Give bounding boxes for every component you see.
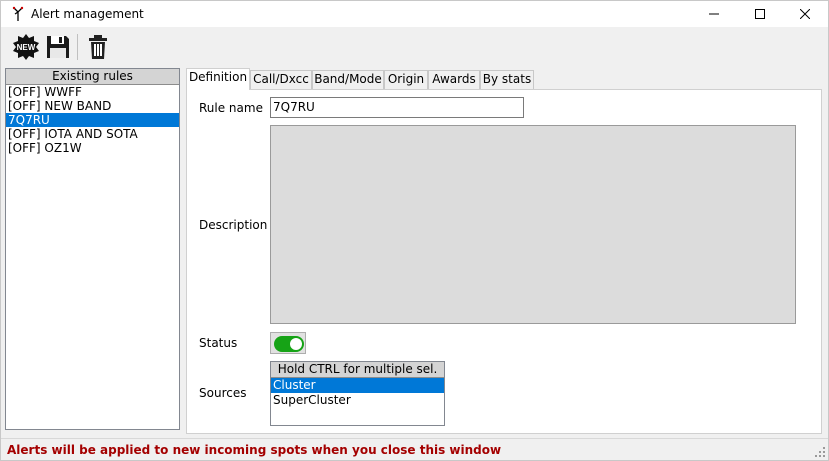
toolbar-separator [77,34,78,60]
tab-band-mode[interactable]: Band/Mode [312,70,384,89]
window-title: Alert management [31,7,144,21]
delete-rule-button[interactable] [83,32,113,62]
new-rule-button[interactable]: NEW [11,32,41,62]
new-badge-label: NEW [17,43,36,52]
rule-item[interactable]: [OFF] NEW BAND [6,99,179,113]
status-bar: Alerts will be applied to new incoming s… [1,438,828,460]
sources-list: Cluster SuperCluster [271,378,444,408]
title-bar: Alert management [1,1,828,27]
toolbar: NEW [1,28,828,64]
description-label: Description [199,218,268,232]
rule-name-label: Rule name [199,101,263,115]
status-label: Status [199,336,238,350]
status-toggle[interactable] [274,336,304,352]
rule-name-input[interactable]: 7Q7RU [270,97,524,118]
close-button[interactable] [782,1,828,27]
source-item-selected[interactable]: Cluster [271,378,444,393]
status-toggle-button[interactable] [270,332,306,354]
antenna-icon [11,6,25,22]
maximize-button[interactable] [737,1,783,27]
new-badge-icon: NEW [13,34,39,60]
sources-label: Sources [199,386,247,400]
tab-by-stats[interactable]: By stats [480,70,534,89]
existing-rules-header: Existing rules [6,69,179,85]
sources-header: Hold CTRL for multiple sel. [271,362,444,378]
tab-origin[interactable]: Origin [384,70,428,89]
description-textarea[interactable] [270,125,796,324]
minimize-button[interactable] [691,1,737,27]
rule-item[interactable]: [OFF] IOTA AND SOTA [6,127,179,141]
definition-tab-panel: Rule name 7Q7RU Description Status Sourc… [186,89,822,434]
alert-management-window: Alert management NEW Existing rules [OFF… [0,0,829,461]
trash-can-icon [89,35,107,59]
resize-grip-icon[interactable] [815,447,825,457]
tab-definition[interactable]: Definition [186,68,250,90]
save-button[interactable] [43,32,73,62]
status-message: Alerts will be applied to new incoming s… [7,443,502,457]
source-item[interactable]: SuperCluster [271,393,444,408]
toggle-knob [290,338,302,350]
tab-awards[interactable]: Awards [428,70,480,89]
tab-call-dxcc[interactable]: Call/Dxcc [250,70,312,89]
rule-item[interactable]: [OFF] WWFF [6,85,179,99]
rule-item-selected[interactable]: 7Q7RU [6,113,179,127]
floppy-disk-icon [47,36,69,58]
rule-item[interactable]: [OFF] OZ1W [6,141,179,155]
existing-rules-panel: Existing rules [OFF] WWFF [OFF] NEW BAND… [5,68,180,430]
sources-listbox: Hold CTRL for multiple sel. Cluster Supe… [270,361,445,426]
rules-list: [OFF] WWFF [OFF] NEW BAND 7Q7RU [OFF] IO… [6,85,179,155]
